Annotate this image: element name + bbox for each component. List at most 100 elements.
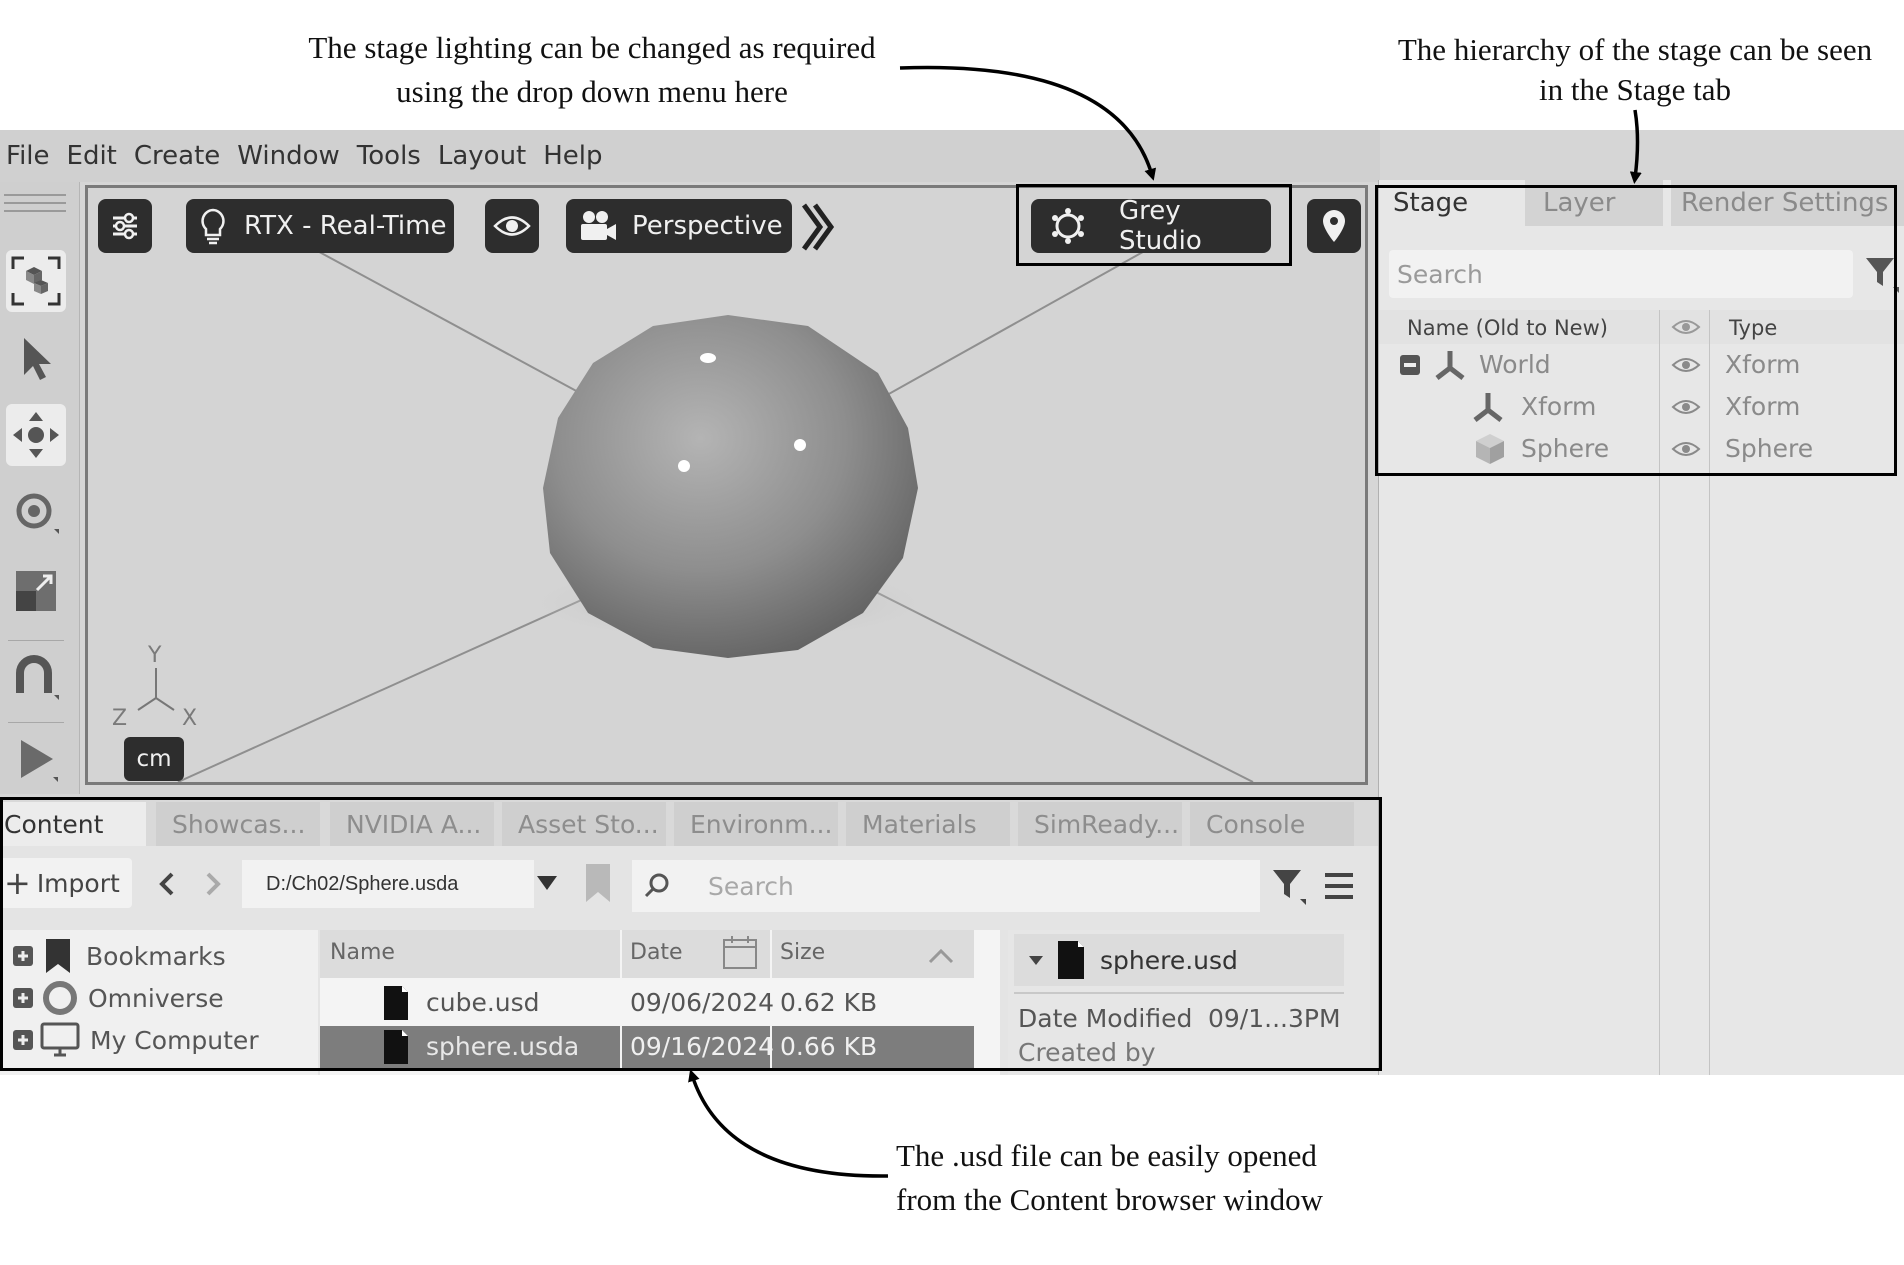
camera-button[interactable]: Perspective <box>566 199 792 253</box>
xform-icon <box>1473 393 1503 422</box>
stage-row-type: Sphere <box>1725 434 1814 463</box>
file-date: 09/16/2024 <box>630 1032 775 1061</box>
date-modified-label: Date Modified <box>1018 1004 1193 1033</box>
viewport-settings-button[interactable] <box>98 199 152 253</box>
back-button[interactable] <box>152 864 182 904</box>
move-arrows-icon <box>13 412 59 458</box>
col-size-header[interactable]: Size <box>780 940 825 965</box>
expand-icon[interactable] <box>12 1029 34 1051</box>
tab-nvidia-assets[interactable]: NVIDIA A... <box>330 802 494 846</box>
collapse-icon[interactable] <box>1399 354 1421 376</box>
select-tool[interactable] <box>6 328 66 390</box>
xform-icon <box>1435 351 1465 380</box>
lighting-dropdown[interactable]: Grey Studio <box>1031 196 1271 256</box>
stage-row-xform[interactable]: Xform Xform <box>1379 386 1904 428</box>
visibility-eye-icon[interactable] <box>1671 397 1701 417</box>
file-list: Name Date Size cube.usd 09/06/2024 0.62 … <box>320 930 1000 1075</box>
menu-file[interactable]: File <box>6 141 50 171</box>
tab-content[interactable]: Content <box>0 802 146 846</box>
content-search-input[interactable]: Search <box>632 860 1260 912</box>
path-field[interactable]: D:/Ch02/Sphere.usda <box>242 860 534 908</box>
menu-edit[interactable]: Edit <box>67 141 117 171</box>
menu-create[interactable]: Create <box>134 141 220 171</box>
toolbar-grip[interactable] <box>4 192 66 214</box>
expand-icon[interactable] <box>12 987 34 1009</box>
render-mode-button[interactable]: RTX - Real-Time <box>186 199 454 253</box>
content-menu-button[interactable] <box>1322 870 1356 902</box>
expand-icon[interactable] <box>12 945 34 967</box>
tab-materials[interactable]: Materials <box>846 802 1010 846</box>
lightbulb-icon <box>201 208 225 245</box>
folder-tree: Bookmarks Omniverse My Computer <box>0 930 318 1075</box>
scale-icon <box>16 571 56 611</box>
forward-button[interactable] <box>198 864 228 904</box>
tree-item-omniverse[interactable]: Omniverse <box>12 978 224 1018</box>
stage-panel: Stage Layer Render Settings Search Name … <box>1378 180 1904 1075</box>
menu-tools[interactable]: Tools <box>357 141 421 171</box>
details-title: sphere.usd <box>1100 945 1238 975</box>
eye-icon <box>493 216 531 236</box>
tab-environments[interactable]: Environm... <box>674 802 838 846</box>
stage-row-name: Sphere <box>1521 434 1610 463</box>
file-details: sphere.usd Date Modified 09/1...3PM Crea… <box>1008 930 1370 1075</box>
snap-tool[interactable] <box>6 646 66 708</box>
tab-asset-store[interactable]: Asset Sto... <box>502 802 666 846</box>
col-name-header[interactable]: Name <box>330 940 395 965</box>
play-tool[interactable] <box>6 728 66 790</box>
details-header[interactable]: sphere.usd <box>1014 934 1344 986</box>
visibility-eye-icon[interactable] <box>1671 355 1701 375</box>
left-toolbar <box>0 182 80 794</box>
select-all-tool[interactable] <box>6 250 66 312</box>
tab-console[interactable]: Console <box>1190 802 1354 846</box>
stage-row-name: Xform <box>1521 392 1597 421</box>
tab-layer[interactable]: Layer <box>1525 180 1663 226</box>
units-label: cm <box>136 746 172 772</box>
sphere-object <box>543 315 918 658</box>
visibility-button[interactable] <box>485 199 539 253</box>
calendar-icon[interactable] <box>722 934 758 970</box>
content-arrow <box>688 1069 889 1178</box>
tab-showcases[interactable]: Showcas... <box>156 802 320 846</box>
stage-row-sphere[interactable]: Sphere Sphere <box>1379 428 1904 470</box>
movie-camera-icon <box>581 211 616 240</box>
file-row-cube[interactable]: cube.usd 09/06/2024 0.62 KB <box>320 982 974 1024</box>
file-size: 0.66 KB <box>780 1032 878 1061</box>
chevron-left-icon <box>159 872 174 896</box>
content-filter-button[interactable] <box>1270 866 1308 906</box>
callout-hierarchy-line2: in the Stage tab <box>1539 72 1731 107</box>
date-modified-value: 09/1...3PM <box>1208 1004 1341 1033</box>
bookmark-icon <box>46 939 70 973</box>
menu-help[interactable]: Help <box>543 141 602 171</box>
tab-stage[interactable]: Stage <box>1379 180 1521 226</box>
path-dropdown-button[interactable] <box>534 868 560 898</box>
move-tool[interactable] <box>6 404 66 466</box>
filter-icon <box>1866 258 1899 293</box>
tab-render-settings[interactable]: Render Settings <box>1671 180 1904 226</box>
light-rig-icon <box>1052 208 1084 244</box>
rotate-tool[interactable] <box>6 482 66 544</box>
filter-icon <box>1273 870 1306 905</box>
menu-layout[interactable]: Layout <box>438 141 526 171</box>
viewport[interactable]: RTX - Real-Time Perspective Grey Studio … <box>85 185 1368 785</box>
content-search-placeholder: Search <box>708 871 794 901</box>
expand-toolbar-button[interactable] <box>800 202 835 252</box>
tree-item-bookmarks[interactable]: Bookmarks <box>12 936 226 976</box>
file-icon <box>384 1030 408 1064</box>
tab-simready[interactable]: SimReady... <box>1018 802 1182 846</box>
tree-item-my-computer[interactable]: My Computer <box>12 1020 259 1060</box>
file-size: 0.62 KB <box>780 988 878 1017</box>
stage-row-world[interactable]: World Xform <box>1379 344 1904 386</box>
bookmark-button[interactable] <box>584 862 612 904</box>
stage-search-input[interactable]: Search <box>1389 250 1853 298</box>
col-date-header[interactable]: Date <box>630 940 683 965</box>
sort-ascending-icon[interactable] <box>926 946 956 966</box>
file-row-sphere[interactable]: sphere.usda 09/16/2024 0.66 KB <box>320 1026 974 1068</box>
import-button[interactable]: + Import <box>0 858 132 908</box>
scale-tool[interactable] <box>6 560 66 622</box>
stage-filter-button[interactable] <box>1863 254 1901 294</box>
callout-lighting-line1: The stage lighting can be changed as req… <box>308 30 876 65</box>
file-date: 09/06/2024 <box>630 988 775 1017</box>
location-button[interactable] <box>1307 199 1361 253</box>
menu-window[interactable]: Window <box>237 141 340 171</box>
visibility-eye-icon[interactable] <box>1671 439 1701 459</box>
